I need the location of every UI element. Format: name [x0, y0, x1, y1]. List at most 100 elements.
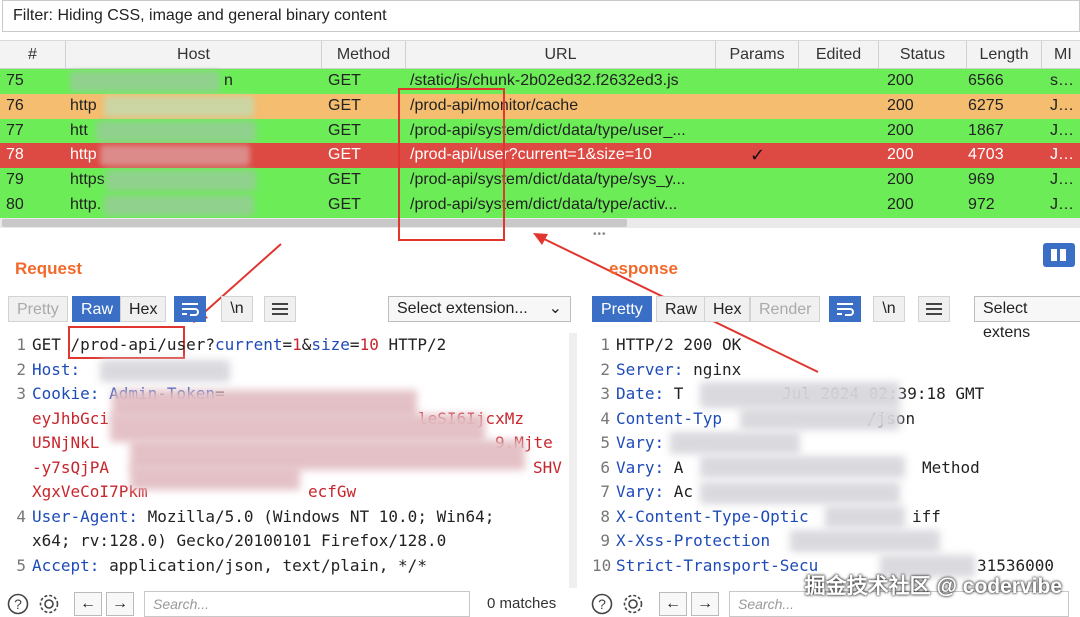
col-length[interactable]: Length: [967, 41, 1042, 70]
request-title: Request: [15, 259, 83, 278]
row-status: 200: [887, 96, 914, 114]
row-method: GET: [328, 146, 361, 164]
params-checkmark-icon: ✓: [750, 145, 766, 166]
request-matches-count: 0 matches: [487, 595, 557, 612]
row-number: 77: [6, 121, 24, 139]
response-wrap-icon[interactable]: [829, 296, 861, 322]
row-mime: scrip: [1050, 72, 1080, 89]
redacted-value: [825, 506, 905, 528]
col-method[interactable]: Method: [322, 41, 406, 70]
help-icon[interactable]: ?: [589, 592, 615, 616]
row-method: GET: [328, 171, 361, 189]
table-row[interactable]: 80 http. GET /prod-api/system/dict/data/…: [0, 192, 1080, 218]
row-number: 79: [6, 171, 24, 189]
response-tab-pretty[interactable]: Pretty: [592, 296, 652, 322]
request-vertical-scrollbar[interactable]: [569, 333, 577, 588]
request-newline-button[interactable]: \n: [221, 296, 253, 322]
search-next-arrow-icon[interactable]: →: [106, 592, 134, 616]
response-tab-raw[interactable]: Raw: [656, 296, 707, 322]
table-horizontal-scrollbar[interactable]: [0, 218, 1080, 228]
row-status: 200: [887, 72, 914, 89]
col-edited[interactable]: Edited: [799, 41, 879, 70]
request-tab-hex[interactable]: Hex: [120, 296, 167, 322]
row-length: 6566: [968, 72, 1004, 89]
col-url[interactable]: URL: [406, 41, 716, 70]
table-row[interactable]: 77 htt GET /prod-api/system/dict/data/ty…: [0, 118, 1080, 144]
select-extension-label: Select extension...: [397, 300, 528, 317]
row-number: 80: [6, 195, 24, 213]
row-status: 200: [887, 146, 914, 164]
row-method: GET: [328, 195, 361, 213]
row-method: GET: [328, 121, 361, 139]
row-status: 200: [887, 171, 914, 189]
row-host: n: [224, 72, 233, 89]
col-mime[interactable]: MI: [1042, 41, 1080, 70]
row-host: https: [70, 171, 105, 189]
watermark: 掘金技术社区 @ codervibe: [804, 575, 1062, 598]
svg-text:?: ?: [598, 596, 606, 612]
row-length: 6275: [968, 96, 1004, 114]
col-status[interactable]: Status: [879, 41, 967, 70]
col-params[interactable]: Params: [716, 41, 799, 70]
table-row-selected[interactable]: 78 http GET /prod-api/user?current=1&siz…: [0, 143, 1080, 169]
scroll-thumb[interactable]: [2, 219, 627, 227]
row-length: 972: [968, 195, 995, 213]
redacted-value: [740, 408, 900, 430]
filter-bar[interactable]: Filter: Hiding CSS, image and general bi…: [2, 0, 1080, 32]
settings-gear-icon[interactable]: [36, 592, 62, 616]
search-next-arrow-icon[interactable]: →: [691, 592, 719, 616]
redacted-value: [790, 530, 940, 552]
redacted-value: [700, 482, 900, 504]
search-prev-arrow-icon[interactable]: ←: [74, 592, 102, 616]
redacted-value: [670, 432, 800, 454]
redacted-value: [700, 382, 900, 408]
search-prev-arrow-icon[interactable]: ←: [659, 592, 687, 616]
response-tab-hex[interactable]: Hex: [704, 296, 751, 322]
redacted-value: [700, 456, 905, 478]
request-tab-raw[interactable]: Raw: [72, 296, 123, 322]
response-menu-icon[interactable]: [918, 296, 950, 322]
row-mime: JSON: [1050, 171, 1080, 189]
help-icon[interactable]: ?: [5, 592, 31, 616]
table-row[interactable]: 79 https GET /prod-api/system/dict/data/…: [0, 168, 1080, 193]
table-row[interactable]: 76 http GET /prod-api/monitor/cache 200 …: [0, 93, 1080, 119]
redacted-token: [130, 466, 300, 490]
row-length: 4703: [968, 146, 1004, 164]
http-history-table: # Host Method URL Params Edited Status L…: [0, 40, 1080, 218]
request-select-extension[interactable]: Select extension... ⌄: [388, 296, 571, 322]
row-length: 969: [968, 171, 995, 189]
row-status: 200: [887, 195, 914, 213]
request-search-input[interactable]: Search...: [144, 591, 470, 617]
row-number: 75: [6, 72, 24, 89]
redacted-host: [100, 360, 230, 382]
col-host[interactable]: Host: [66, 41, 322, 70]
table-header: # Host Method URL Params Edited Status L…: [0, 40, 1080, 70]
response-select-extension[interactable]: Select extens: [974, 296, 1080, 341]
row-length: 1867: [968, 121, 1004, 139]
row-mime: JSON: [1050, 195, 1080, 213]
row-status: 200: [887, 121, 914, 139]
svg-text:?: ?: [14, 596, 22, 612]
row-method: GET: [328, 72, 361, 89]
row-mime: JSON: [1050, 121, 1080, 139]
row-mime: JSON: [1050, 96, 1080, 114]
url-annotation-box: [398, 88, 505, 241]
request-menu-icon[interactable]: [264, 296, 296, 322]
pane-splitter-icon[interactable]: •••: [593, 229, 607, 240]
redacted-token: [110, 414, 485, 442]
chevron-down-icon: ⌄: [548, 300, 562, 317]
request-tab-pretty[interactable]: Pretty: [8, 296, 68, 322]
request-wrap-icon[interactable]: [174, 296, 206, 322]
row-number: 78: [6, 146, 24, 164]
col-number[interactable]: #: [0, 41, 66, 70]
row-mime: JSON: [1050, 146, 1080, 164]
arrowhead-icon: [533, 233, 548, 245]
table-row[interactable]: 75 n GET /static/js/chunk-2b02ed32.f2632…: [0, 69, 1080, 94]
response-tab-render[interactable]: Render: [750, 296, 821, 322]
row-number: 76: [6, 96, 24, 114]
response-newline-button[interactable]: \n: [873, 296, 905, 322]
settings-gear-icon[interactable]: [620, 592, 646, 616]
response-title: esponse: [609, 259, 678, 278]
row-method: GET: [328, 96, 361, 114]
layout-toggle-icon[interactable]: [1043, 243, 1075, 267]
